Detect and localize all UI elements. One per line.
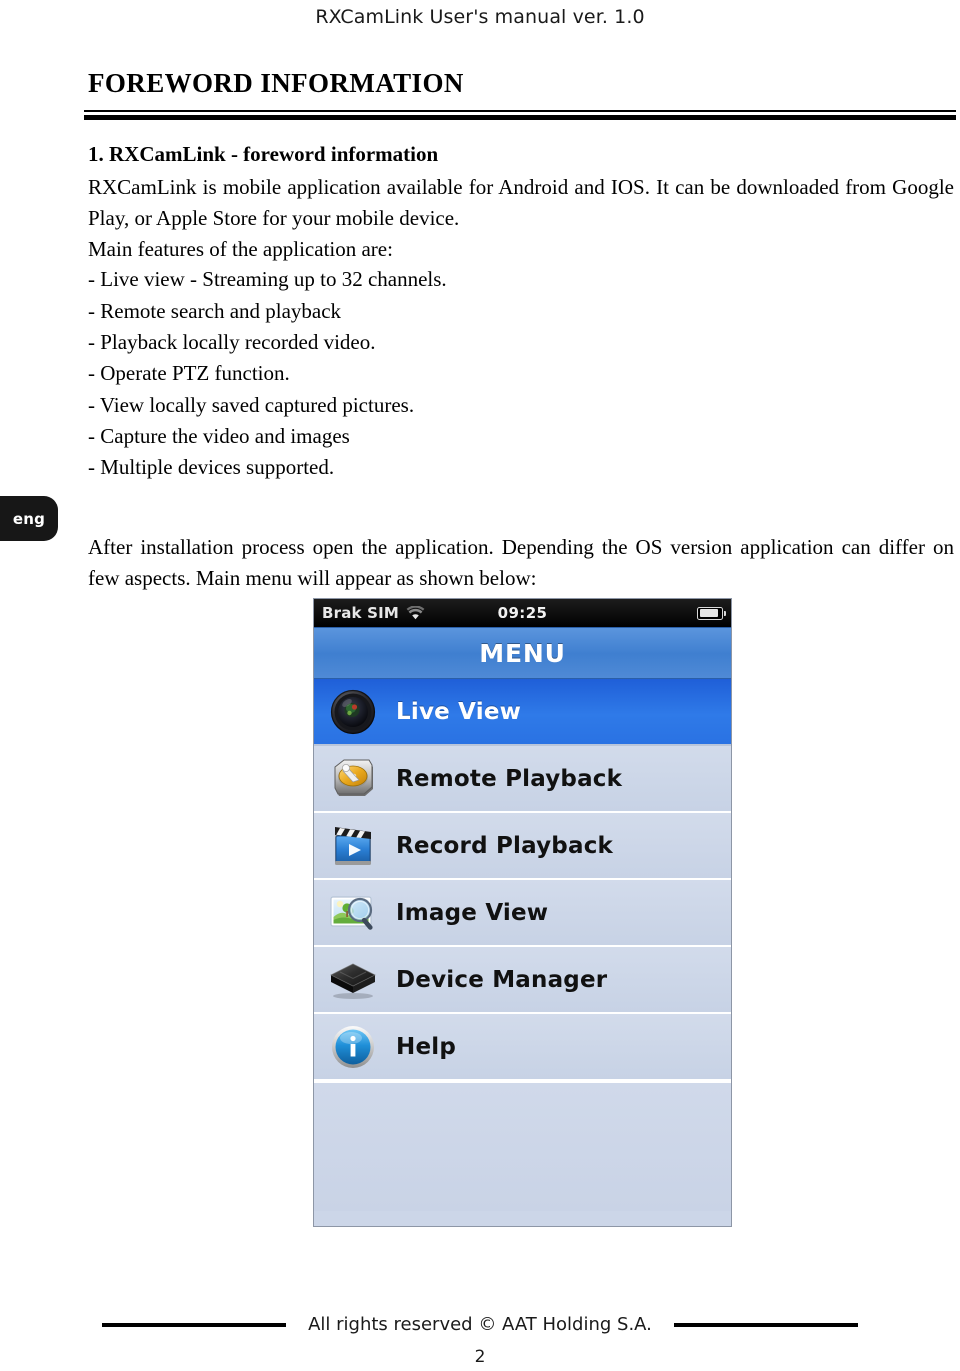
- menu-item-remote-playback[interactable]: Remote Playback: [314, 746, 731, 813]
- features-lead: Main features of the application are:: [88, 236, 393, 261]
- menu-item-image-view[interactable]: Image View: [314, 880, 731, 947]
- device-box-icon: [326, 954, 380, 1006]
- status-bar: Brak SIM 09:25: [314, 599, 731, 627]
- main-menu-list: Live View Remote Playback Record Playbac…: [314, 679, 731, 1211]
- section-heading: 1. RXCamLink - foreword information: [88, 142, 439, 166]
- clapperboard-icon: [326, 820, 380, 872]
- menu-item-help[interactable]: Help: [314, 1014, 731, 1081]
- carrier-label: Brak SIM: [322, 604, 400, 622]
- menu-item-label: Live View: [396, 698, 522, 725]
- menu-item-label: Image View: [396, 899, 549, 926]
- feature-item: - Remote search and playback: [88, 298, 342, 323]
- copyright-text: All rights reserved © AAT Holding S.A.: [308, 1314, 652, 1335]
- language-tab[interactable]: eng: [0, 496, 58, 541]
- menu-empty-area: [314, 1081, 731, 1211]
- footer-rule-right: [673, 1322, 858, 1327]
- closing-block: After installation process open the appl…: [88, 532, 954, 594]
- app-title-bar: MENU: [314, 627, 731, 679]
- photo-magnifier-icon: [326, 887, 380, 939]
- feature-item: - Operate PTZ function.: [88, 361, 290, 386]
- running-header: RXCamLink User's manual ver. 1.0: [315, 6, 645, 28]
- feature-item: - Capture the video and images: [88, 423, 350, 448]
- info-circle-icon: [326, 1021, 380, 1073]
- wifi-icon: [406, 606, 425, 620]
- feature-item: - Multiple devices supported.: [88, 455, 335, 480]
- intro-paragraph: RXCamLink is mobile application availabl…: [88, 174, 954, 230]
- menu-item-label: Help: [396, 1033, 456, 1060]
- menu-item-record-playback[interactable]: Record Playback: [314, 813, 731, 880]
- app-screenshot-figure: Brak SIM 09:25 MENU Live View Remote Pla…: [313, 598, 732, 1227]
- feature-item: - Live view - Streaming up to 32 channel…: [88, 267, 447, 292]
- battery-icon: [697, 606, 726, 620]
- page-number: 2: [474, 1347, 486, 1367]
- menu-item-label: Record Playback: [396, 832, 614, 859]
- title-divider: [84, 110, 956, 120]
- closing-paragraph: After installation process open the appl…: [88, 535, 954, 590]
- menu-item-live-view[interactable]: Live View: [314, 679, 731, 746]
- menu-item-label: Remote Playback: [396, 765, 623, 792]
- section-body: 1. RXCamLink - foreword information RXCa…: [88, 140, 954, 483]
- footer-rule-left: [102, 1322, 287, 1327]
- app-title: MENU: [479, 638, 566, 668]
- feature-item: - Playback locally recorded video.: [88, 329, 376, 354]
- hard-disk-icon: [326, 753, 380, 805]
- camera-lens-icon: [326, 686, 380, 738]
- feature-item: - View locally saved captured pictures.: [88, 392, 415, 417]
- page-footer: All rights reserved © AAT Holding S.A. 2: [0, 1314, 960, 1367]
- menu-item-label: Device Manager: [396, 966, 608, 993]
- menu-item-device-manager[interactable]: Device Manager: [314, 947, 731, 1014]
- page-title: FOREWORD INFORMATION: [88, 68, 464, 98]
